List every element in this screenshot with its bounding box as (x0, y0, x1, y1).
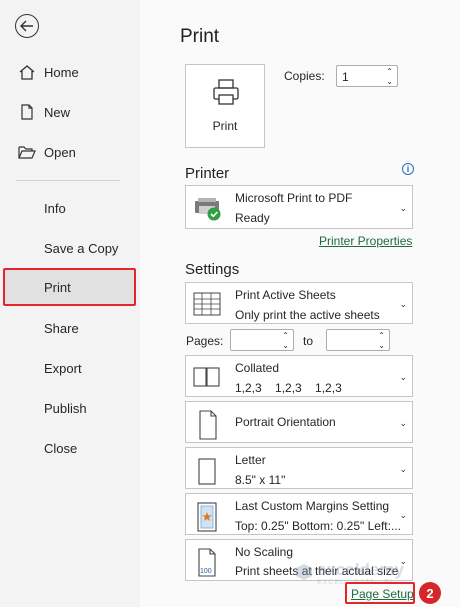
nav-item-close[interactable]: Close (0, 428, 140, 468)
pages-label: Pages: (186, 334, 224, 348)
stepper-arrows-icon[interactable]: ⌃ ⌄ (282, 331, 289, 351)
nav-item-export[interactable]: Export (0, 348, 140, 388)
back-arrow-icon[interactable] (15, 14, 39, 38)
nav-item-label: Open (44, 144, 76, 160)
home-icon (18, 64, 36, 80)
nav-item-label: Print (44, 279, 71, 295)
printer-name: Microsoft Print to PDF (235, 191, 353, 205)
chevron-down-icon: ⌄ (399, 510, 407, 520)
chevron-down-icon: ⌄ (399, 464, 407, 474)
chevron-down-icon: ⌄ (399, 418, 407, 428)
nav-item-label: Export (44, 360, 82, 376)
margins-secondary: Top: 0.25" Bottom: 0.25" Left:... (235, 519, 401, 533)
collated-pages-icon (192, 362, 222, 396)
printer-status: Ready (235, 211, 270, 225)
printer-dropdown[interactable]: Microsoft Print to PDF Ready ⌄ (185, 185, 413, 229)
paper-size-secondary: 8.5" x 11" (235, 473, 286, 487)
nav-item-info[interactable]: Info (0, 188, 140, 228)
print-what-dropdown[interactable]: Print Active Sheets Only print the activ… (185, 282, 413, 324)
nav-item-publish[interactable]: Publish (0, 388, 140, 428)
chevron-down-icon: ⌄ (399, 299, 407, 309)
page-setup-highlight (345, 582, 415, 604)
nav-item-new[interactable]: New (0, 92, 140, 132)
nav-item-label: Home (44, 64, 79, 80)
scaling-primary: No Scaling (235, 545, 294, 559)
margins-dropdown[interactable]: Last Custom Margins Setting Top: 0.25" B… (185, 493, 413, 535)
orientation-dropdown[interactable]: Portrait Orientation ⌄ (185, 401, 413, 443)
nav-item-label: Publish (44, 400, 87, 416)
printer-section-title: Printer (185, 165, 230, 182)
nav-item-label: Save a Copy (44, 240, 119, 256)
print-button-label: Print (212, 119, 238, 133)
copies-stepper[interactable]: 1 ⌃ ⌄ (336, 65, 398, 87)
collation-primary: Collated (235, 361, 280, 375)
paper-size-primary: Letter (235, 453, 266, 467)
sheet-grid-icon (192, 289, 222, 323)
collation-dropdown[interactable]: Collated 1,2,3 1,2,3 1,2,3 ⌄ (185, 355, 413, 397)
chevron-down-icon: ⌄ (399, 372, 407, 382)
nav-item-open[interactable]: Open (0, 132, 140, 172)
no-scaling-icon: 100 (192, 546, 222, 580)
margins-star-icon (192, 500, 222, 534)
nav-item-label: Info (44, 200, 66, 216)
paper-size-dropdown[interactable]: Letter 8.5" x 11" ⌄ (185, 447, 413, 489)
nav-item-label: Share (44, 320, 79, 336)
backstage-nav: Home New Open Info Save a Copy Print Sha… (0, 0, 140, 607)
collation-secondary: 1,2,3 1,2,3 1,2,3 (235, 381, 342, 395)
new-document-icon (18, 104, 36, 120)
nav-item-label: Close (44, 440, 78, 456)
pages-to-label: to (303, 334, 314, 348)
nav-item-share[interactable]: Share (0, 308, 140, 348)
stepper-arrows-icon[interactable]: ⌃ ⌄ (378, 331, 385, 351)
orientation-primary: Portrait Orientation (235, 415, 336, 429)
copies-value: 1 (342, 70, 349, 84)
printer-ready-icon (192, 192, 222, 226)
nav-divider (16, 180, 120, 181)
paper-size-icon (192, 454, 222, 488)
print-panel: Print Print Copies: 1 ⌃⌄ Printer i Micr (140, 0, 460, 607)
stepper-arrows-icon[interactable]: ⌃ ⌄ (386, 67, 393, 87)
printer-properties-link[interactable]: Printer Properties (319, 234, 412, 248)
page-title: Print (180, 26, 220, 47)
print-what-primary: Print Active Sheets (235, 288, 336, 302)
nav-item-home[interactable]: Home (0, 52, 140, 92)
nav-item-label: New (44, 104, 71, 120)
chevron-down-icon: ⌄ (399, 203, 407, 213)
folder-open-icon (18, 144, 36, 160)
step-callout-badge: 2 (419, 582, 441, 604)
print-what-secondary: Only print the active sheets (235, 308, 380, 322)
print-button[interactable]: Print (185, 64, 265, 148)
nav-item-print[interactable]: Print (3, 268, 136, 306)
settings-section-title: Settings (185, 261, 240, 278)
pages-from-stepper[interactable]: ⌃ ⌄ (230, 329, 294, 351)
info-icon[interactable]: i (402, 163, 414, 175)
margins-primary: Last Custom Margins Setting (235, 499, 390, 513)
nav-item-save-a-copy[interactable]: Save a Copy (0, 228, 140, 268)
copies-label: Copies: (284, 69, 325, 83)
printer-icon (211, 77, 241, 112)
portrait-page-icon (192, 408, 222, 442)
svg-text:100: 100 (200, 568, 212, 575)
pages-to-stepper[interactable]: ⌃ ⌄ (326, 329, 390, 351)
